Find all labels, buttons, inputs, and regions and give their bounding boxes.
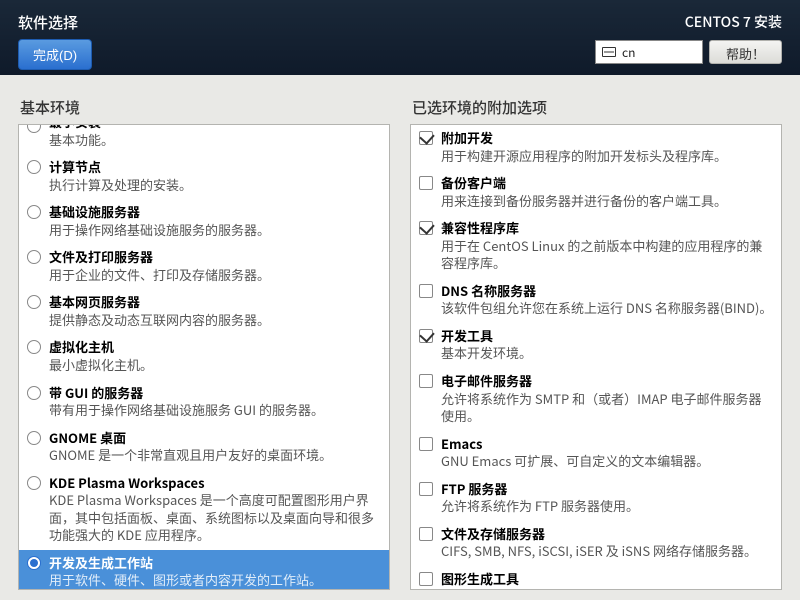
- environment-option[interactable]: 虚拟化主机最小虚拟化主机。: [19, 334, 389, 379]
- addon-option[interactable]: 电子邮件服务器允许将系统作为 SMTP 和（或者）IMAP 电子邮件服务器使用。: [411, 368, 781, 431]
- radio-icon: [27, 295, 41, 309]
- addon-title: 备份客户端: [441, 174, 773, 192]
- base-environment-column: 基本环境 最小安装基本功能。计算节点执行计算及处理的安装。基础设施服务器用于操作…: [18, 97, 390, 590]
- addon-desc: GNU Emacs 可扩展、可自定义的文本编辑器。: [441, 452, 773, 470]
- checkbox-icon: [419, 284, 433, 298]
- radio-icon: [27, 160, 41, 174]
- addon-title: 电子邮件服务器: [441, 372, 773, 390]
- addons-column: 已选环境的附加选项 附加开发用于构建开源应用程序的附加开发标头及程序库。备份客户…: [410, 97, 782, 590]
- environment-option[interactable]: 基础设施服务器用于操作网络基础设施服务的服务器。: [19, 199, 389, 244]
- addon-desc: 用于在 CentOS Linux 的之前版本中构建的应用程序的兼容程序库。: [441, 237, 773, 272]
- addon-option[interactable]: DNS 名称服务器该软件包组允许您在系统上运行 DNS 名称服务器(BIND)。: [411, 278, 781, 323]
- keyboard-layout-code: cn: [622, 44, 635, 61]
- addon-option[interactable]: EmacsGNU Emacs 可扩展、可自定义的文本编辑器。: [411, 431, 781, 476]
- option-desc: 最小虚拟化主机。: [49, 356, 381, 374]
- page-title: 软件选择: [18, 12, 92, 33]
- addon-title: 开发工具: [441, 327, 773, 345]
- help-button[interactable]: 帮助！: [709, 40, 782, 64]
- install-title: CENTOS 7 安装: [685, 12, 782, 32]
- addons-list[interactable]: 附加开发用于构建开源应用程序的附加开发标头及程序库。备份客户端用来连接到备份服务…: [410, 124, 782, 590]
- addon-desc: 该软件包组允许您在系统上运行 DNS 名称服务器(BIND)。: [441, 299, 773, 317]
- checkbox-icon: [419, 572, 433, 586]
- addon-option[interactable]: 图形生成工具: [411, 566, 781, 590]
- addon-desc: CIFS, SMB, NFS, iSCSI, iSER 及 iSNS 网络存储服…: [441, 542, 773, 560]
- addon-option[interactable]: FTP 服务器允许将系统作为 FTP 服务器使用。: [411, 476, 781, 521]
- option-desc: 基本功能。: [49, 131, 381, 149]
- checkbox-icon: [419, 221, 433, 235]
- addon-option[interactable]: 备份客户端用来连接到备份服务器并进行备份的客户端工具。: [411, 170, 781, 215]
- base-environment-list[interactable]: 最小安装基本功能。计算节点执行计算及处理的安装。基础设施服务器用于操作网络基础设…: [18, 124, 390, 590]
- radio-icon: [27, 124, 41, 133]
- addon-title: DNS 名称服务器: [441, 282, 773, 300]
- keyboard-icon: [602, 47, 616, 57]
- content-area: 基本环境 最小安装基本功能。计算节点执行计算及处理的安装。基础设施服务器用于操作…: [0, 75, 800, 600]
- option-desc: 提供静态及动态互联网内容的服务器。: [49, 311, 381, 329]
- radio-icon: [27, 250, 41, 264]
- addon-title: 文件及存储服务器: [441, 525, 773, 543]
- environment-option[interactable]: 文件及打印服务器用于企业的文件、打印及存储服务器。: [19, 244, 389, 289]
- environment-option[interactable]: 最小安装基本功能。: [19, 124, 389, 154]
- option-desc: 用于操作网络基础设施服务的服务器。: [49, 221, 381, 239]
- header-tools: cn 帮助！: [595, 40, 782, 64]
- environment-option[interactable]: GNOME 桌面GNOME 是一个非常直观且用户友好的桌面环境。: [19, 425, 389, 470]
- addon-desc: 基本开发环境。: [441, 344, 773, 362]
- option-title: KDE Plasma Workspaces: [49, 474, 381, 492]
- base-environment-title: 基本环境: [18, 97, 390, 118]
- done-button[interactable]: 完成(D): [18, 39, 92, 70]
- option-title: 开发及生成工作站: [49, 554, 381, 572]
- addon-desc: 允许将系统作为 FTP 服务器使用。: [441, 497, 773, 515]
- option-title: 基础设施服务器: [49, 203, 381, 221]
- addon-option[interactable]: 附加开发用于构建开源应用程序的附加开发标头及程序库。: [411, 125, 781, 170]
- environment-option[interactable]: KDE Plasma WorkspacesKDE Plasma Workspac…: [19, 470, 389, 550]
- checkbox-icon: [419, 131, 433, 145]
- addon-desc: 用于构建开源应用程序的附加开发标头及程序库。: [441, 147, 773, 165]
- checkbox-icon: [419, 176, 433, 190]
- option-desc: 用于企业的文件、打印及存储服务器。: [49, 266, 381, 284]
- radio-icon: [27, 476, 41, 490]
- addon-title: 兼容性程序库: [441, 219, 773, 237]
- keyboard-layout-selector[interactable]: cn: [595, 40, 703, 64]
- addons-title: 已选环境的附加选项: [410, 97, 782, 118]
- option-title: 虚拟化主机: [49, 338, 381, 356]
- addon-title: 图形生成工具: [441, 570, 773, 588]
- addon-option[interactable]: 文件及存储服务器CIFS, SMB, NFS, iSCSI, iSER 及 iS…: [411, 521, 781, 566]
- option-title: GNOME 桌面: [49, 429, 381, 447]
- checkbox-icon: [419, 527, 433, 541]
- environment-option[interactable]: 带 GUI 的服务器带有用于操作网络基础设施服务 GUI 的服务器。: [19, 380, 389, 425]
- radio-icon: [27, 431, 41, 445]
- environment-option[interactable]: 基本网页服务器提供静态及动态互联网内容的服务器。: [19, 289, 389, 334]
- addon-desc: 允许将系统作为 SMTP 和（或者）IMAP 电子邮件服务器使用。: [441, 390, 773, 425]
- checkbox-icon: [419, 374, 433, 388]
- addon-title: FTP 服务器: [441, 480, 773, 498]
- environment-option[interactable]: 计算节点执行计算及处理的安装。: [19, 154, 389, 199]
- addon-option[interactable]: 兼容性程序库用于在 CentOS Linux 的之前版本中构建的应用程序的兼容程…: [411, 215, 781, 278]
- option-desc: 带有用于操作网络基础设施服务 GUI 的服务器。: [49, 401, 381, 419]
- option-title: 文件及打印服务器: [49, 248, 381, 266]
- checkbox-icon: [419, 482, 433, 496]
- environment-option[interactable]: 开发及生成工作站用于软件、硬件、图形或者内容开发的工作站。: [19, 550, 389, 590]
- header-left: 软件选择 完成(D): [18, 12, 92, 70]
- option-desc: GNOME 是一个非常直观且用户友好的桌面环境。: [49, 446, 381, 464]
- option-desc: 执行计算及处理的安装。: [49, 176, 381, 194]
- radio-icon: [27, 386, 41, 400]
- addon-title: 附加开发: [441, 129, 773, 147]
- checkbox-icon: [419, 329, 433, 343]
- option-title: 计算节点: [49, 158, 381, 176]
- header-right: CENTOS 7 安装 cn 帮助！: [595, 12, 782, 64]
- option-title: 带 GUI 的服务器: [49, 384, 381, 402]
- addon-desc: 用来连接到备份服务器并进行备份的客户端工具。: [441, 192, 773, 210]
- option-desc: KDE Plasma Workspaces 是一个高度可配置图形用户界面，其中包…: [49, 491, 381, 544]
- checkbox-icon: [419, 437, 433, 451]
- option-title: 基本网页服务器: [49, 293, 381, 311]
- addon-option[interactable]: 开发工具基本开发环境。: [411, 323, 781, 368]
- addon-title: Emacs: [441, 435, 773, 453]
- radio-icon: [27, 340, 41, 354]
- header-bar: 软件选择 完成(D) CENTOS 7 安装 cn 帮助！: [0, 0, 800, 75]
- radio-icon: [27, 205, 41, 219]
- option-desc: 用于软件、硬件、图形或者内容开发的工作站。: [49, 571, 381, 589]
- radio-icon: [27, 556, 41, 570]
